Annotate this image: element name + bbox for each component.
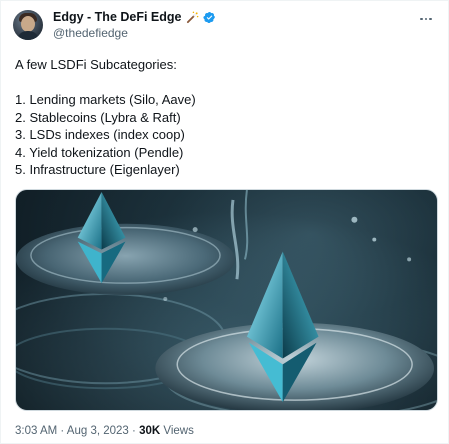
list-item: 2. Stablecoins (Lybra & Raft) xyxy=(15,109,181,125)
meta-separator: · xyxy=(57,425,67,437)
tweet-media-image[interactable] xyxy=(15,189,438,411)
magic-wand-icon xyxy=(186,11,199,24)
ethereum-crystal-illustration xyxy=(16,190,437,410)
list-item: 3. LSDs indexes (index coop) xyxy=(15,127,185,142)
meta-separator: · xyxy=(128,425,140,437)
tweet-intro: A few LSDFi Subcategories: xyxy=(15,57,177,72)
tweet-meta: 3:03 AM · Aug 3, 2023 · 30K Views xyxy=(15,425,194,437)
views-count[interactable]: 30K xyxy=(139,425,160,437)
list-item: 4. Yield tokenization (Pendle) xyxy=(15,144,184,160)
views-label: Views xyxy=(160,425,194,437)
avatar-face xyxy=(21,16,35,32)
tweet-date[interactable]: Aug 3, 2023 xyxy=(67,425,129,437)
tweet-time[interactable]: 3:03 AM xyxy=(15,425,57,437)
avatar[interactable] xyxy=(13,10,43,40)
author-handle[interactable]: @thedefiedge xyxy=(53,26,128,40)
verified-badge-icon[interactable] xyxy=(202,11,216,24)
tweet-card[interactable]: Edgy - The DeFi Edge @thedefiedge A few … xyxy=(0,0,449,444)
author-name-row[interactable]: Edgy - The DeFi Edge xyxy=(53,10,216,24)
avatar-shirt xyxy=(17,31,39,40)
author-display-name[interactable]: Edgy - The DeFi Edge xyxy=(53,10,182,24)
list-item: 1. Lending markets (Silo, Aave) xyxy=(15,92,196,107)
more-options-icon[interactable] xyxy=(418,11,434,27)
tweet-text: A few LSDFi Subcategories: 1. Lending ma… xyxy=(15,56,435,179)
list-item: 5. Infrastructure (Eigenlayer) xyxy=(15,162,180,177)
